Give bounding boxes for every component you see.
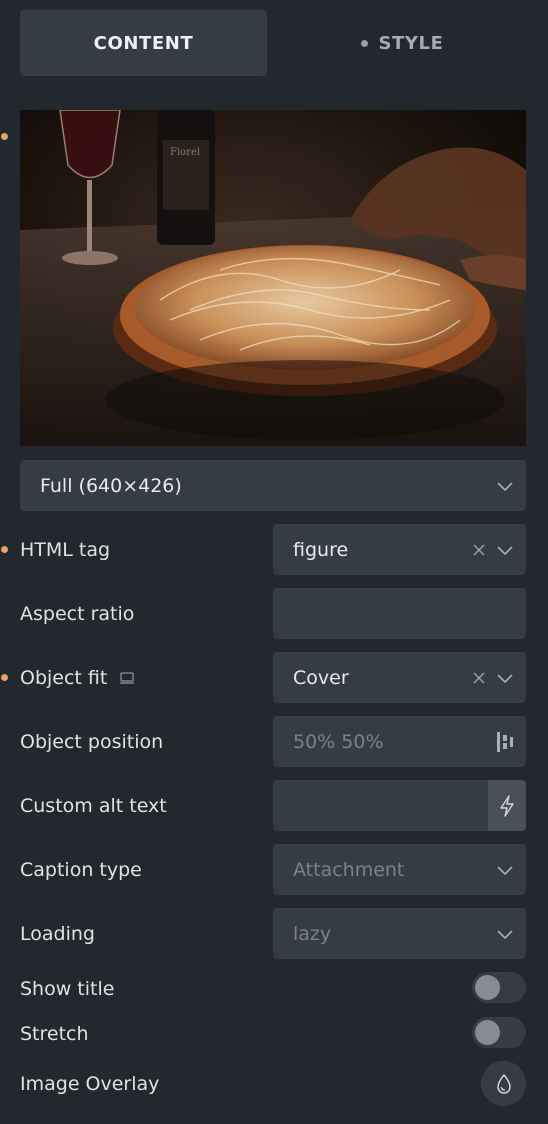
- stretch-label: Stretch: [20, 1008, 89, 1059]
- tab-content-label: CONTENT: [93, 32, 194, 54]
- toggle-knob: [475, 1020, 500, 1045]
- html-tag-select[interactable]: figure: [273, 524, 526, 575]
- object-position-placeholder: 50% 50%: [293, 730, 384, 753]
- chevron-down-icon: [497, 865, 513, 875]
- loading-label: Loading: [20, 908, 95, 959]
- object-position-label-text: Object position: [20, 730, 164, 753]
- custom-alt-input[interactable]: [273, 780, 526, 831]
- image-overlay-label-text: Image Overlay: [20, 1072, 160, 1095]
- chevron-down-icon: [497, 929, 513, 939]
- chevron-down-icon: [497, 481, 513, 491]
- loading-select[interactable]: lazy: [273, 908, 526, 959]
- object-position-label: Object position: [20, 716, 163, 767]
- aspect-ratio-input[interactable]: [273, 588, 526, 639]
- image-size-value: Full (640×426): [40, 474, 182, 497]
- close-icon[interactable]: [472, 543, 486, 557]
- tab-style-label: STYLE: [378, 32, 444, 54]
- caption-type-select[interactable]: Attachment: [273, 844, 526, 895]
- chevron-down-icon: [497, 673, 513, 683]
- html-tag-label-text: HTML tag: [20, 538, 111, 561]
- chevron-down-icon: [497, 545, 513, 555]
- image-modified-dot: [1, 133, 8, 140]
- style-modified-dot: [361, 39, 369, 47]
- image-overlay-label: Image Overlay: [20, 1058, 159, 1109]
- caption-type-label-text: Caption type: [20, 858, 142, 881]
- object-fit-modified-dot: [1, 674, 8, 681]
- object-fit-select[interactable]: Cover: [273, 652, 526, 703]
- object-fit-label: Object fit: [20, 652, 135, 703]
- dynamic-data-button[interactable]: [488, 780, 526, 831]
- custom-alt-label-text: Custom alt text: [20, 794, 167, 817]
- caption-type-placeholder: Attachment: [293, 858, 405, 881]
- panel-tabs: CONTENT STYLE: [20, 10, 526, 76]
- svg-text:Fiorel: Fiorel: [170, 147, 200, 158]
- custom-alt-label: Custom alt text: [20, 780, 167, 831]
- image-size-select[interactable]: Full (640×426): [20, 460, 526, 511]
- monitor-icon[interactable]: [119, 670, 135, 686]
- align-icon[interactable]: [496, 731, 514, 753]
- stretch-label-text: Stretch: [20, 1022, 89, 1045]
- loading-placeholder: lazy: [293, 922, 332, 945]
- object-fit-label-text: Object fit: [20, 666, 108, 689]
- bolt-icon: [500, 794, 514, 817]
- aspect-ratio-label: Aspect ratio: [20, 588, 134, 639]
- tab-style[interactable]: STYLE: [279, 10, 526, 76]
- image-overlay-button[interactable]: [481, 1061, 526, 1106]
- html-tag-value: figure: [293, 538, 349, 561]
- aspect-ratio-label-text: Aspect ratio: [20, 602, 135, 625]
- caption-type-label: Caption type: [20, 844, 142, 895]
- html-tag-label: HTML tag: [20, 524, 110, 575]
- show-title-label-text: Show title: [20, 977, 115, 1000]
- pizza-photo: Fiorel: [20, 110, 526, 446]
- droplet-icon: [496, 1073, 511, 1094]
- show-title-label: Show title: [20, 963, 114, 1014]
- image-preview[interactable]: Fiorel: [20, 110, 526, 446]
- tab-content[interactable]: CONTENT: [20, 10, 267, 76]
- object-fit-value: Cover: [293, 666, 349, 689]
- object-position-input[interactable]: 50% 50%: [273, 716, 526, 767]
- toggle-knob: [475, 975, 500, 1000]
- loading-label-text: Loading: [20, 922, 95, 945]
- close-icon[interactable]: [472, 671, 486, 685]
- stretch-toggle[interactable]: [472, 1017, 526, 1048]
- html-tag-modified-dot: [1, 546, 8, 553]
- show-title-toggle[interactable]: [472, 972, 526, 1003]
